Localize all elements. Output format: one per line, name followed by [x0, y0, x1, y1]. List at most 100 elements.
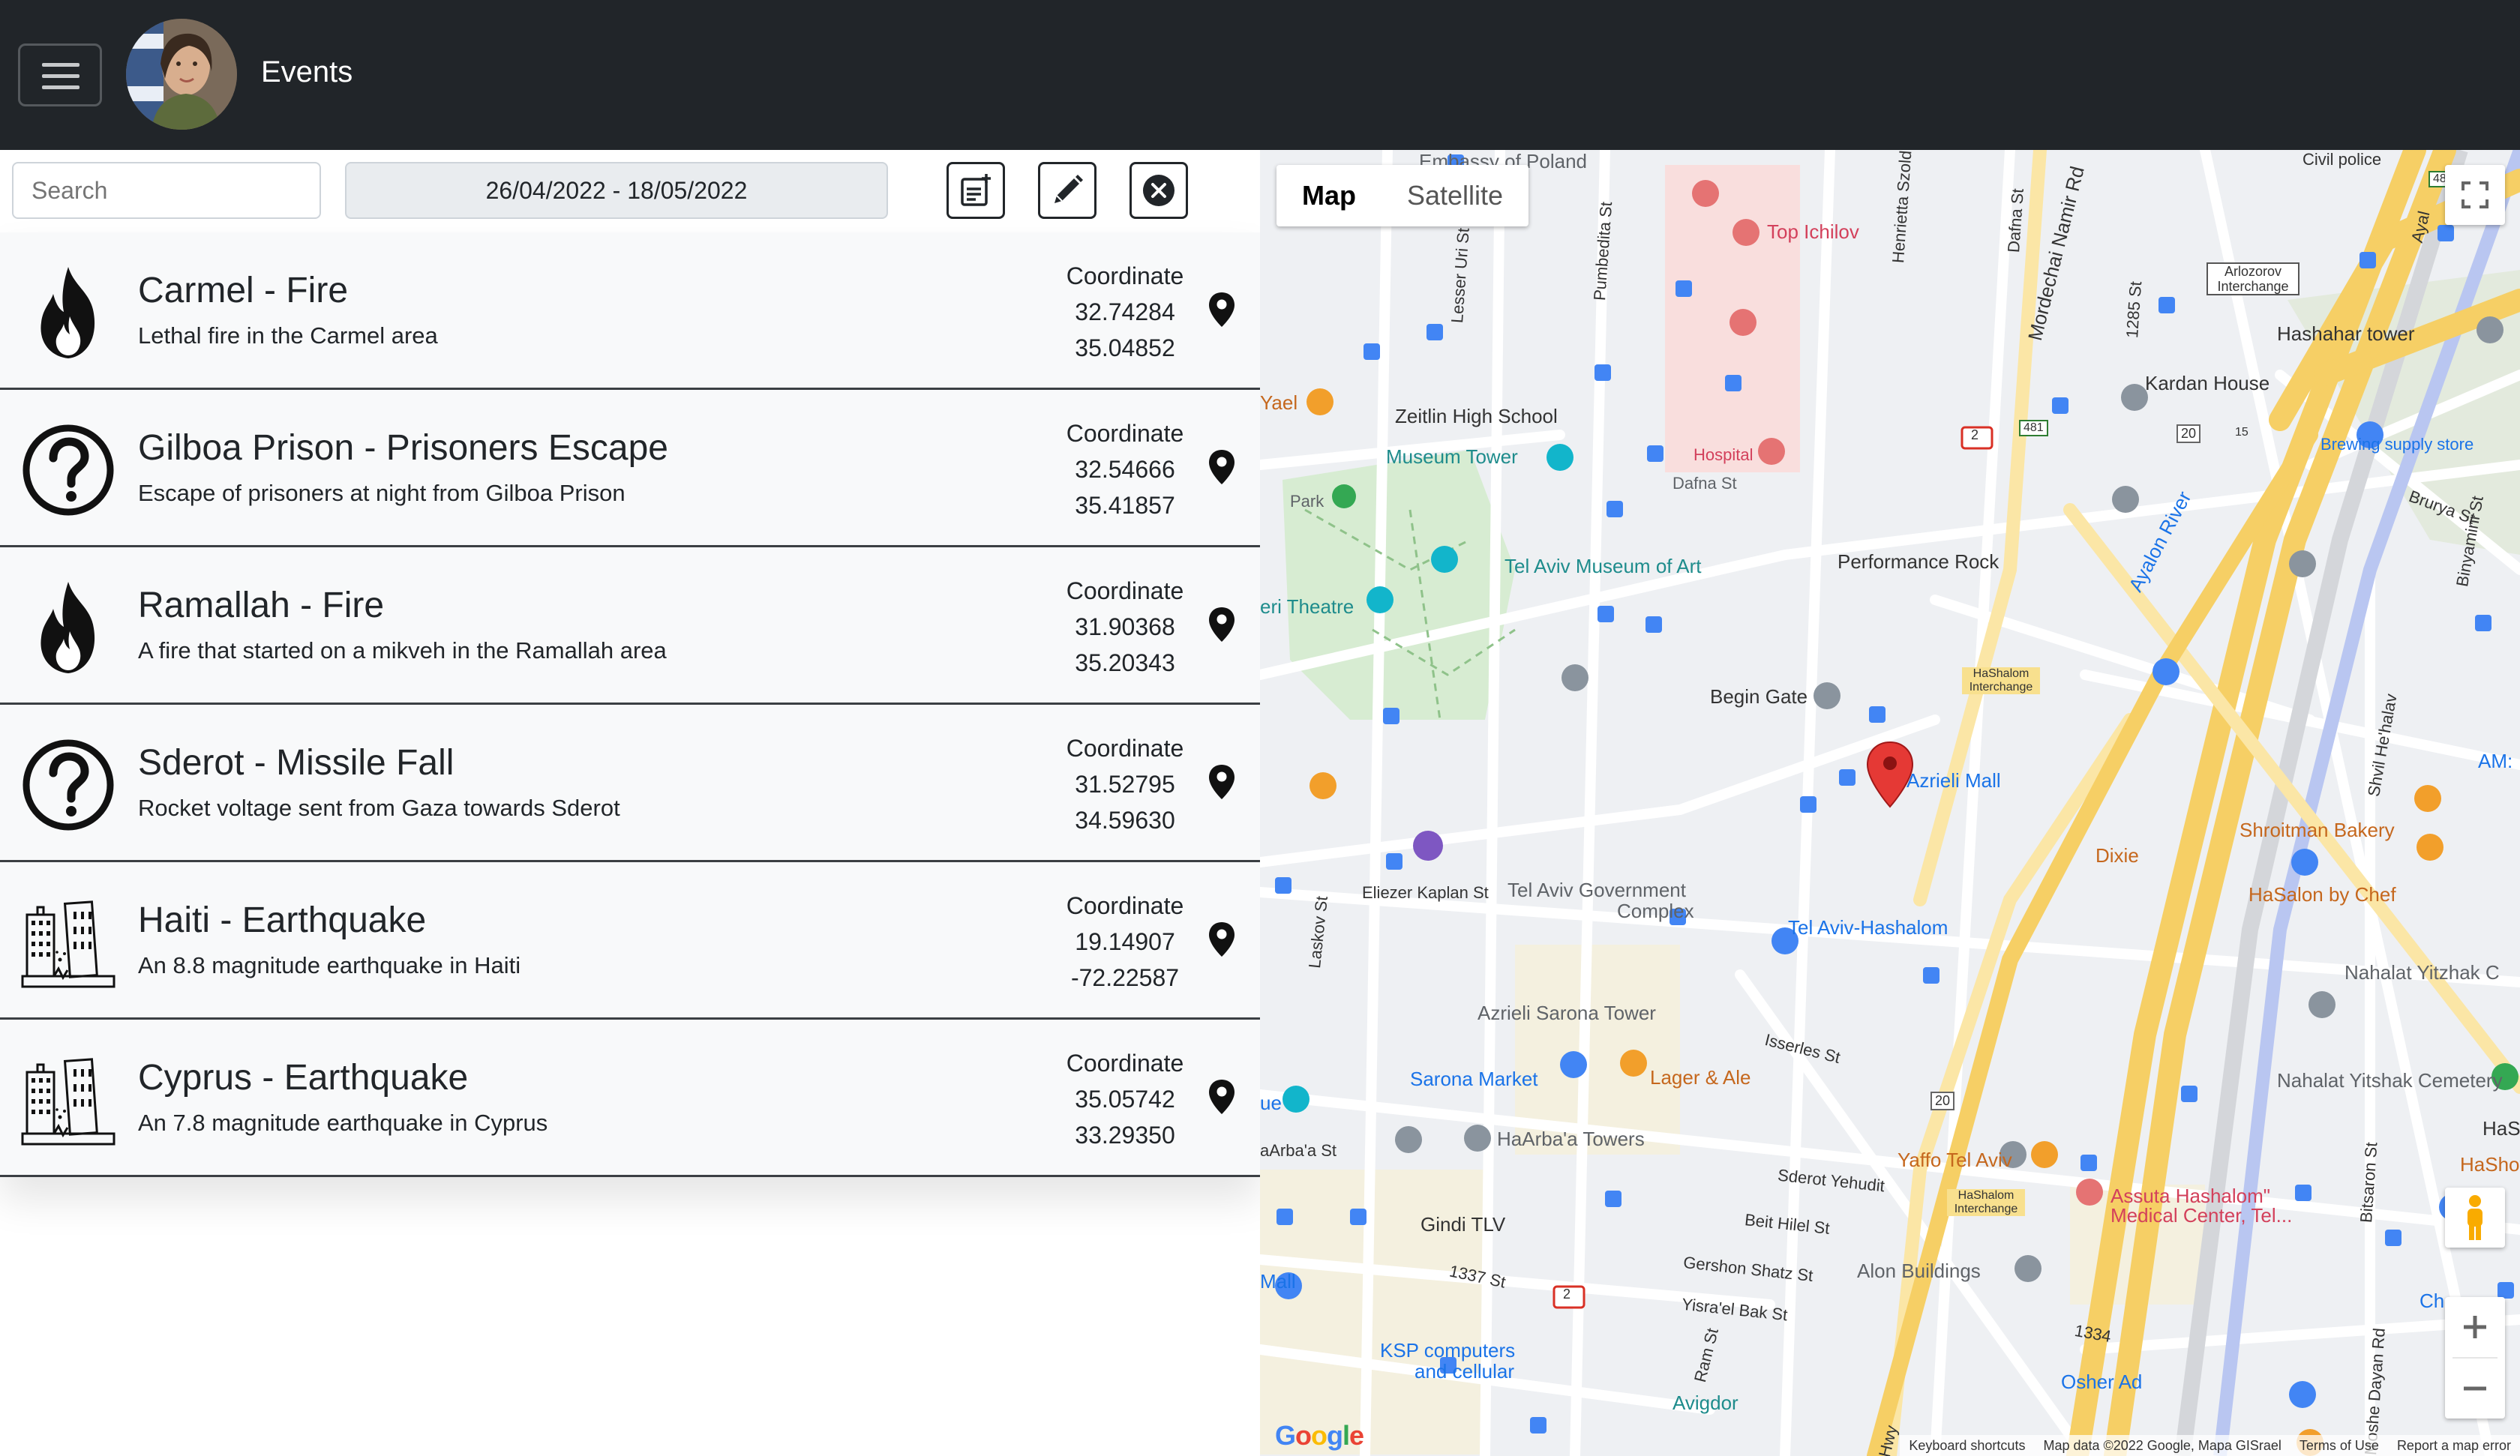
hamburger-line — [42, 74, 80, 78]
map-view[interactable]: Embassy of Poland Civil police Top Ichil… — [1260, 150, 2520, 1456]
event-description: Escape of prisoners at night from Gilboa… — [138, 480, 626, 506]
location-pin-icon[interactable] — [1207, 448, 1237, 486]
event-description: Lethal fire in the Carmel area — [138, 322, 438, 349]
zoom-out-button[interactable] — [2445, 1359, 2505, 1419]
coordinate-label: Coordinate — [1066, 1050, 1184, 1077]
event-coordinates: Coordinate 31.52795 34.59630 — [1035, 730, 1215, 838]
map-label: Mall — [1260, 1270, 1296, 1293]
map-type-map-button[interactable]: Map — [1276, 165, 1382, 226]
coordinate-label: Coordinate — [1066, 420, 1184, 447]
list-item[interactable]: Carmel - Fire Lethal fire in the Carmel … — [0, 232, 1260, 390]
map-label: Kardan House — [2145, 372, 2270, 394]
fullscreen-button[interactable] — [2445, 165, 2505, 225]
route-badge: 20 — [2176, 424, 2201, 443]
map-label: Performance Rock — [1838, 550, 2000, 573]
map-label: Yaffo Tel Aviv — [1898, 1149, 2012, 1171]
google-logo-letter: G — [1275, 1420, 1296, 1451]
keyboard-shortcuts-link[interactable]: Keyboard shortcuts — [1909, 1438, 2025, 1454]
terms-link[interactable]: Terms of Use — [2300, 1438, 2379, 1454]
map-type-control: Map Satellite — [1276, 165, 1529, 226]
map-label: Lager & Ale — [1650, 1066, 1751, 1089]
route-badge: 481 — [2019, 420, 2048, 436]
map-label: ue — [1260, 1092, 1282, 1114]
pencil-icon — [1054, 175, 1083, 203]
longitude: 35.20343 — [1075, 649, 1175, 676]
list-item[interactable]: Sderot - Missile Fall Rocket voltage sen… — [0, 705, 1260, 862]
add-note-icon — [961, 174, 991, 206]
plus-icon — [2464, 1316, 2486, 1338]
event-coordinates: Coordinate 32.54666 35.41857 — [1035, 415, 1215, 523]
map-label: Osher Ad — [2061, 1371, 2143, 1393]
event-title: Ramallah - Fire — [138, 586, 385, 625]
map-label: Tel Aviv Museum of Art — [1504, 555, 1702, 577]
list-item[interactable]: Gilboa Prison - Prisoners Escape Escape … — [0, 390, 1260, 547]
route-badge: 2 — [1563, 1287, 1571, 1302]
location-pin-icon[interactable] — [1207, 606, 1237, 643]
page-title[interactable]: Events — [261, 55, 352, 89]
map-data-attribution: Map data ©2022 Google, Mapa GISrael — [2043, 1437, 2282, 1453]
event-coordinates: Coordinate 32.74284 35.04852 — [1035, 258, 1215, 366]
google-logo-letter: e — [1349, 1420, 1364, 1451]
map-label: Ch — [2420, 1290, 2445, 1312]
latitude: 31.52795 — [1075, 771, 1175, 798]
longitude: 34.59630 — [1075, 807, 1175, 834]
location-pin-icon[interactable] — [1207, 291, 1237, 328]
map-label: Museum Tower — [1386, 445, 1518, 468]
event-description: Rocket voltage sent from Gaza towards Sd… — [138, 795, 620, 821]
fullscreen-icon — [2462, 181, 2488, 208]
location-pin-icon[interactable] — [1207, 921, 1237, 958]
map-footer: Keyboard shortcuts Map data ©2022 Google… — [1900, 1435, 2520, 1456]
report-error-link[interactable]: Report a map error — [2397, 1438, 2511, 1454]
location-pin-icon[interactable] — [1207, 1078, 1237, 1116]
latitude: 31.90368 — [1075, 613, 1175, 640]
add-event-button[interactable] — [946, 162, 1005, 219]
fire-icon — [20, 264, 117, 361]
question-icon — [20, 736, 117, 834]
map-label: Brewing supply store — [2320, 435, 2474, 454]
list-item[interactable]: Cyprus - Earthquake An 7.8 magnitude ear… — [0, 1020, 1260, 1177]
google-logo[interactable]: Google — [1275, 1420, 1364, 1452]
route-badge: 2 — [1971, 427, 1979, 442]
map-label: Hashahar tower — [2277, 322, 2415, 345]
map-label: AM: — [2478, 750, 2513, 772]
map-label: Avigdor — [1672, 1392, 1738, 1414]
google-logo-letter: g — [1327, 1420, 1343, 1451]
map-label: Civil police — [2302, 150, 2382, 169]
map-label: aArba'a St — [1260, 1141, 1337, 1160]
map-label: Dafna St — [1672, 474, 1737, 493]
avatar[interactable] — [126, 19, 237, 130]
street-view-button[interactable] — [2445, 1188, 2505, 1248]
longitude: 33.29350 — [1075, 1122, 1175, 1149]
event-coordinates: Coordinate 35.05742 33.29350 — [1035, 1045, 1215, 1153]
close-button[interactable] — [1130, 162, 1188, 219]
map-label: 1285 St — [2122, 280, 2146, 339]
zoom-in-button[interactable] — [2445, 1297, 2505, 1357]
map-label: HaS — [2482, 1117, 2520, 1140]
route-badge: 15 — [2235, 426, 2248, 439]
fire-icon — [20, 579, 117, 676]
longitude: 35.04852 — [1075, 334, 1175, 361]
hamburger-line — [42, 85, 80, 89]
map-label: and cellular — [1414, 1360, 1514, 1383]
coordinate-label: Coordinate — [1066, 735, 1184, 762]
edit-button[interactable] — [1038, 162, 1096, 219]
date-range-picker[interactable]: 26/04/2022 - 18/05/2022 — [345, 162, 888, 219]
location-pin-icon[interactable] — [1207, 763, 1237, 801]
map-label: KSP computers — [1380, 1339, 1516, 1362]
map-label: Nahalat Yitshak Cemetery — [2277, 1069, 2503, 1092]
google-logo-letter: o — [1295, 1420, 1312, 1451]
map-label: Tel Aviv-Hashalom — [1788, 916, 1948, 939]
event-coordinates: Coordinate 31.90368 35.20343 — [1035, 573, 1215, 681]
map-type-satellite-button[interactable]: Satellite — [1382, 165, 1528, 226]
map-label: HaArba'a Towers — [1497, 1128, 1645, 1150]
menu-toggle-button[interactable] — [18, 43, 102, 106]
earthquake-icon — [20, 1051, 117, 1149]
map-label: Tel Aviv Government — [1508, 879, 1686, 901]
list-item[interactable]: Haiti - Earthquake An 8.8 magnitude eart… — [0, 862, 1260, 1020]
coordinate-label: Coordinate — [1066, 892, 1184, 919]
map-label: HaShalom Interchange — [1947, 1189, 2025, 1216]
coordinate-label: Coordinate — [1066, 577, 1184, 604]
search-input[interactable] — [12, 162, 321, 219]
map-label: Shroitman Bakery — [2240, 819, 2395, 841]
list-item[interactable]: Ramallah - Fire A fire that started on a… — [0, 547, 1260, 705]
